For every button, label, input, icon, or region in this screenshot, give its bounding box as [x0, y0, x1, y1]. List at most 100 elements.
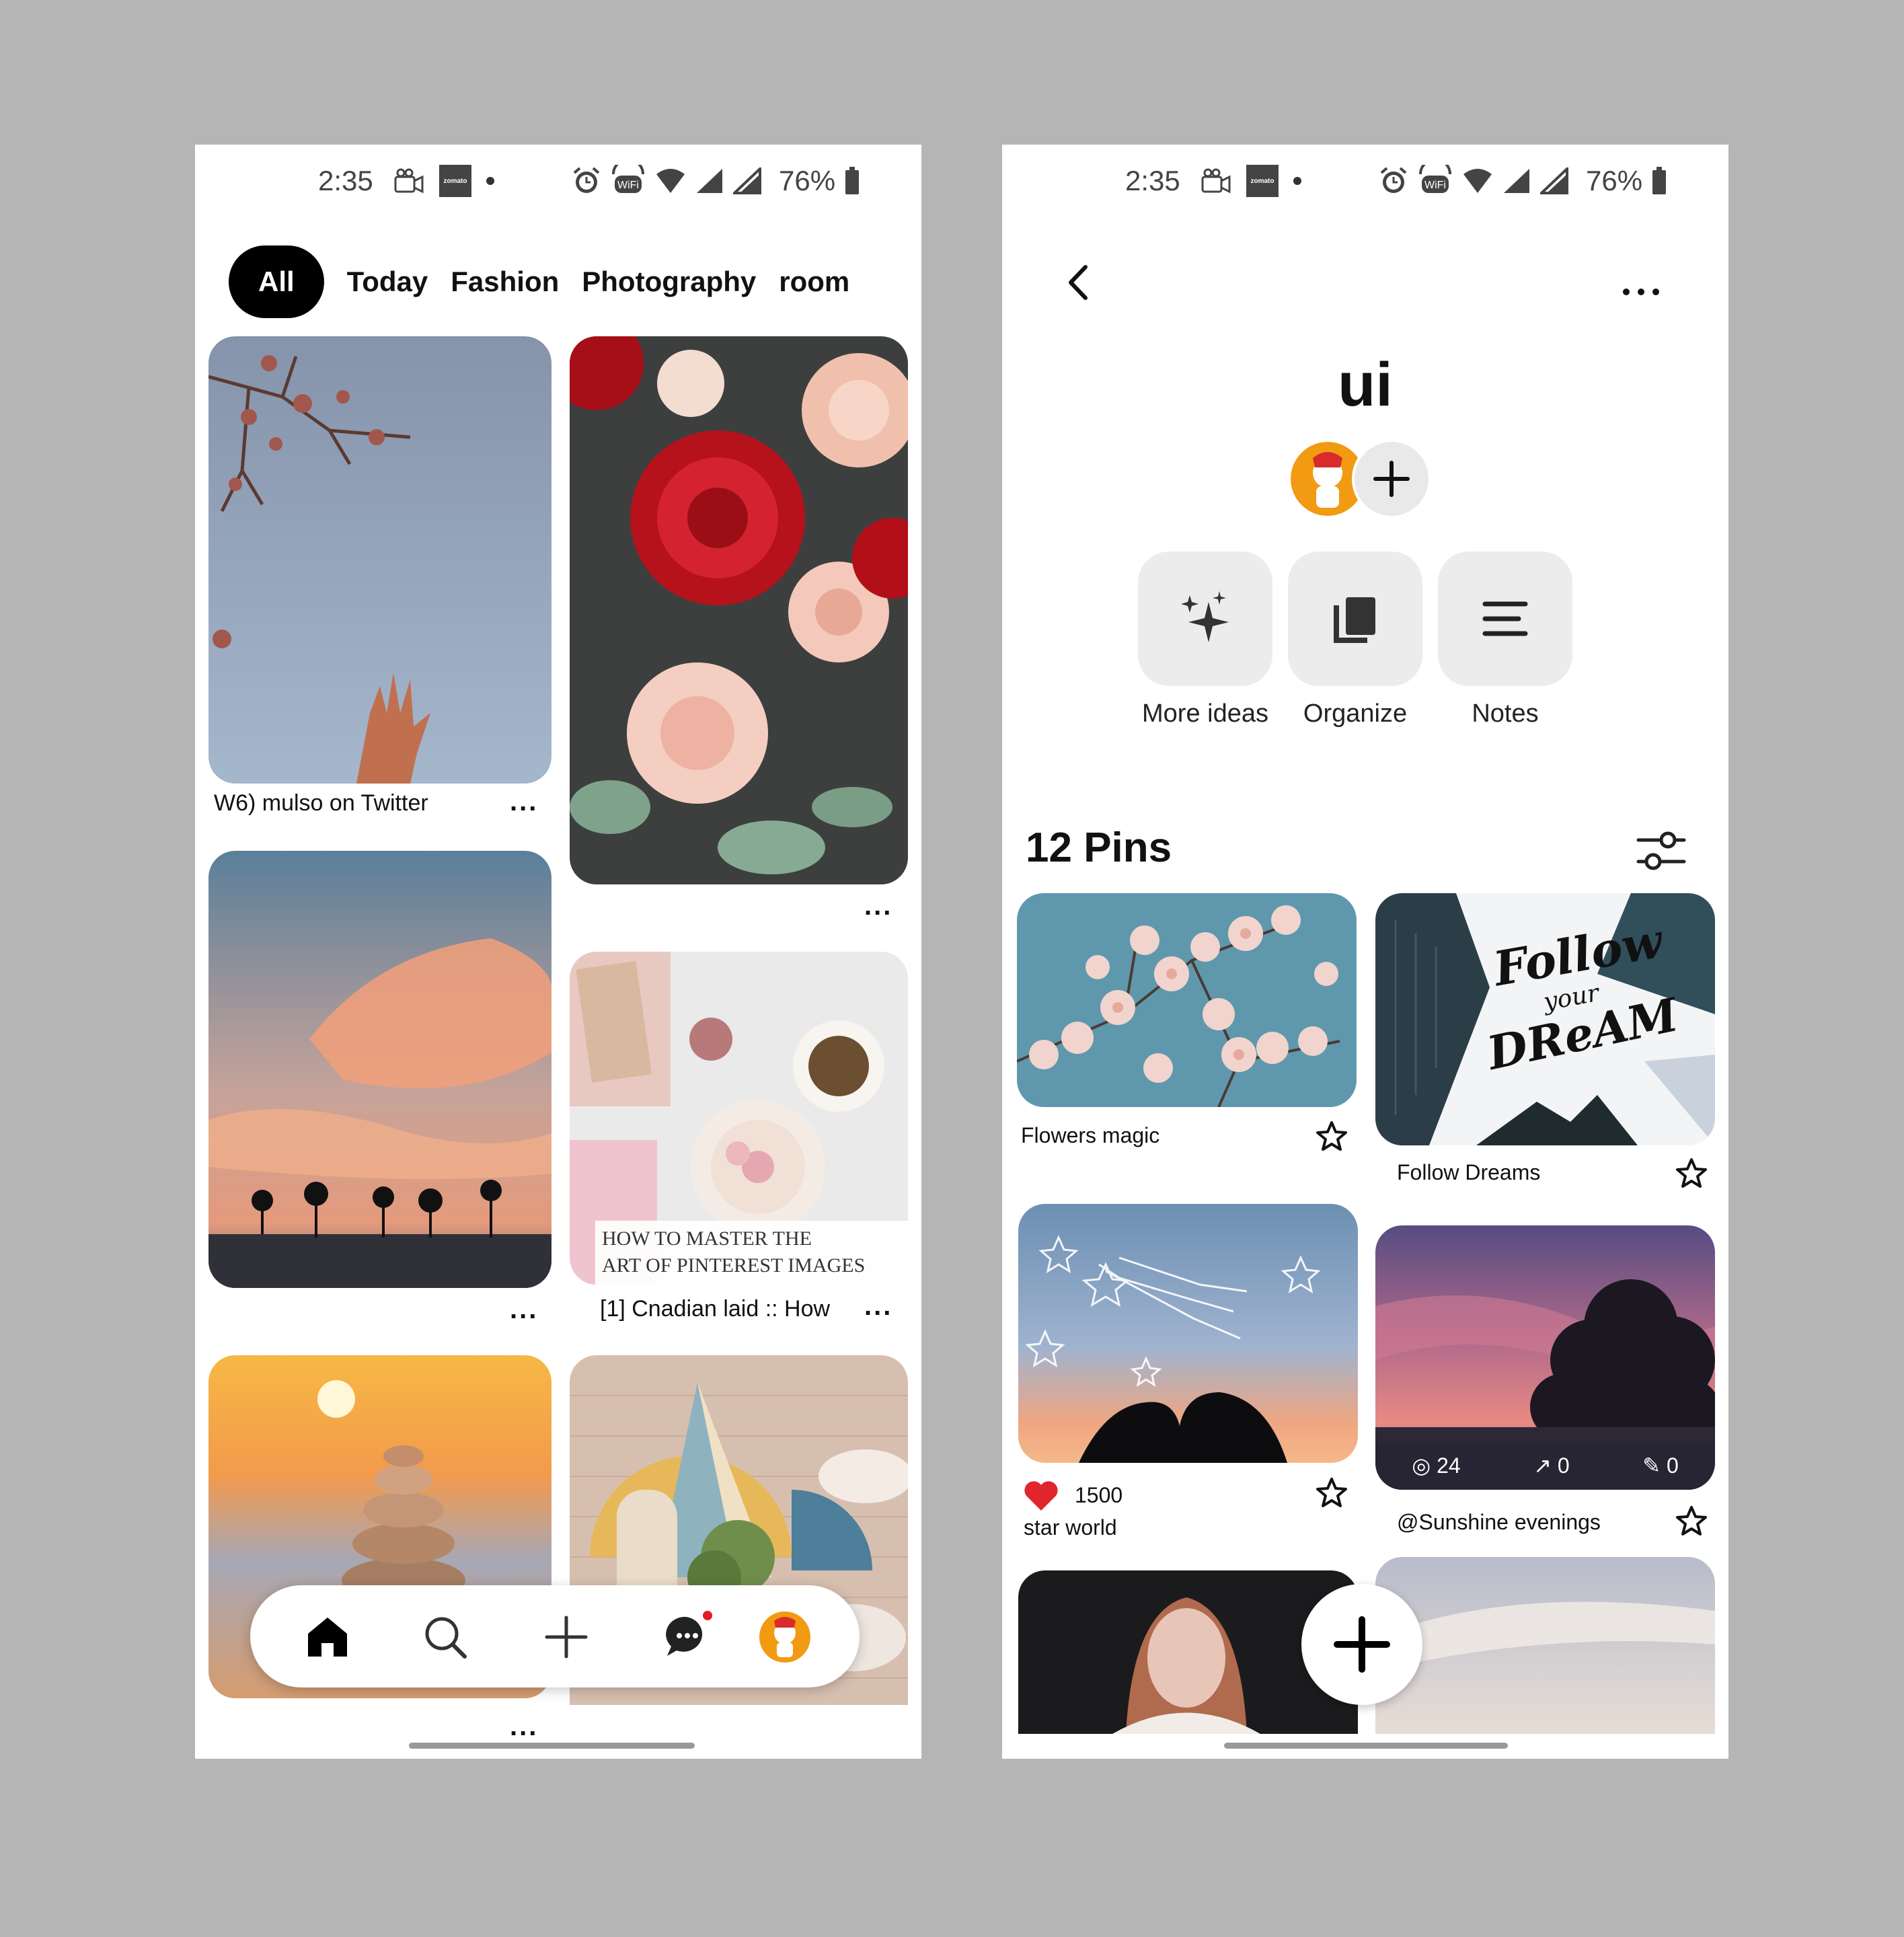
tab-all[interactable]: All: [229, 245, 324, 318]
eye-icon: ◎: [1412, 1453, 1437, 1478]
add-pin-button[interactable]: [1301, 1584, 1422, 1705]
search-icon: [425, 1617, 467, 1659]
alarm-icon: [1380, 167, 1407, 193]
pin-title[interactable]: Follow Dreams: [1397, 1160, 1540, 1185]
more-ideas-button[interactable]: [1138, 552, 1272, 686]
battery-icon: [1652, 167, 1667, 194]
pin-image-flatlay[interactable]: HOW TO MASTER THE ART OF PINTEREST IMAGE…: [570, 952, 908, 1285]
star-icon[interactable]: [1315, 1120, 1348, 1153]
messages-tab[interactable]: [657, 1607, 718, 1667]
bottom-navigation: [250, 1585, 860, 1687]
tab-fashion[interactable]: Fashion: [451, 266, 559, 298]
create-tab[interactable]: [536, 1607, 597, 1667]
tab-photography[interactable]: Photography: [582, 266, 756, 298]
pin-image-clouds[interactable]: [1375, 1557, 1715, 1734]
chevron-left-icon: [1069, 265, 1088, 300]
pin-image-sunshine-evenings[interactable]: ◎ 24 ↗ 0 ✎ 0: [1375, 1225, 1715, 1490]
notification-dot-icon: [486, 177, 494, 185]
pin-more-button[interactable]: ...: [864, 1291, 892, 1322]
board-screen: 2:35 zomato WiFi 76% ui More ideas Organ…: [1002, 145, 1728, 1759]
pin-save-icon: ✎: [1642, 1453, 1667, 1478]
status-time: 2:35: [318, 165, 373, 196]
pin-image-follow-dreams[interactable]: Follow your DReAM: [1375, 893, 1715, 1145]
view-count: 24: [1437, 1453, 1461, 1478]
search-tab[interactable]: [415, 1607, 475, 1667]
zomato-app-icon: zomato: [439, 165, 471, 197]
profile-tab[interactable]: [755, 1607, 815, 1667]
pin-image-roses[interactable]: [570, 336, 908, 884]
more-horizontal-icon: [1623, 289, 1659, 295]
wifi-calling-icon: WiFi: [1419, 165, 1451, 193]
pin-image-sunset-clouds[interactable]: [208, 851, 551, 1288]
svg-text:WiFi: WiFi: [1424, 180, 1446, 191]
board-options-button[interactable]: [1621, 272, 1661, 306]
star-icon[interactable]: [1675, 1157, 1708, 1190]
tab-room[interactable]: room: [779, 266, 849, 298]
organize-button[interactable]: [1288, 552, 1422, 686]
pin-more-button[interactable]: ...: [510, 1295, 538, 1325]
heart-icon[interactable]: [1022, 1480, 1060, 1513]
wifi-calling-icon: WiFi: [612, 165, 644, 193]
filter-button[interactable]: [1634, 824, 1688, 878]
notes-button[interactable]: [1438, 552, 1572, 686]
star-icon[interactable]: [1675, 1505, 1708, 1538]
status-bar: 2:35 zomato WiFi 76%: [1002, 145, 1728, 219]
sparkle-icon: [1181, 591, 1229, 642]
cell-signal-2-icon: [1540, 167, 1568, 194]
plus-icon: [1334, 1616, 1390, 1673]
pin-image-flowers[interactable]: [1017, 893, 1357, 1107]
cell-signal-icon: [697, 169, 722, 193]
home-tab[interactable]: [297, 1607, 358, 1667]
pin-caption[interactable]: W6) mulso on Twitter: [214, 790, 428, 816]
like-count: 1500: [1075, 1483, 1123, 1507]
battery-percent: 76%: [1586, 165, 1643, 196]
tab-today[interactable]: Today: [347, 266, 428, 298]
alarm-icon: [573, 167, 600, 193]
pin-caption[interactable]: [1] Cnadian laid :: How: [600, 1296, 830, 1322]
home-feed-screen: 2:35 zomato WiFi 76% All Today Fashion P…: [195, 145, 921, 1759]
pin-image-sky-hand[interactable]: [208, 336, 551, 784]
notification-dot-icon: [1293, 177, 1301, 185]
pin-image-star-world[interactable]: [1018, 1204, 1358, 1463]
pin-more-button[interactable]: ...: [864, 891, 892, 921]
messages-icon: [666, 1611, 712, 1656]
zomato-app-icon: zomato: [1246, 165, 1279, 197]
copy-icon: [1334, 597, 1375, 643]
wifi-signal-icon: [656, 169, 685, 193]
wifi-signal-icon: [1463, 169, 1492, 193]
pin-more-button[interactable]: ...: [510, 787, 538, 817]
pin-title[interactable]: Flowers magic: [1021, 1123, 1159, 1148]
battery-percent: 76%: [779, 165, 836, 196]
status-bar: 2:35 zomato WiFi 76%: [195, 145, 921, 219]
gesture-bar: [1224, 1743, 1508, 1749]
pin-overlay-text: HOW TO MASTER THE: [602, 1227, 812, 1250]
video-call-icon: [1201, 168, 1231, 194]
pin-overlay-text: ART OF PINTEREST IMAGES: [602, 1254, 866, 1277]
gesture-bar: [409, 1743, 695, 1749]
star-icon[interactable]: [1315, 1476, 1348, 1510]
video-call-icon: [394, 168, 424, 194]
pin-title[interactable]: star world: [1024, 1515, 1117, 1540]
save-count: 0: [1666, 1453, 1679, 1478]
profile-avatar: [759, 1611, 810, 1663]
cell-signal-icon: [1504, 169, 1529, 193]
status-time: 2:35: [1125, 165, 1180, 196]
home-icon: [308, 1618, 347, 1657]
filter-sliders-icon: [1636, 831, 1686, 870]
notes-label: Notes: [1472, 699, 1539, 728]
plus-icon: [545, 1616, 588, 1659]
back-button[interactable]: [1056, 259, 1103, 306]
add-collaborator-button[interactable]: [1352, 439, 1431, 519]
cell-signal-2-icon: [733, 167, 761, 194]
pin-stats-bar: ◎ 24 ↗ 0 ✎ 0: [1375, 1441, 1715, 1490]
notes-icon: [1482, 601, 1528, 636]
battery-icon: [845, 167, 860, 194]
svg-text:WiFi: WiFi: [617, 180, 639, 191]
pin-title[interactable]: @Sunshine evenings: [1397, 1510, 1601, 1535]
more-ideas-label: More ideas: [1142, 699, 1268, 728]
organize-label: Organize: [1303, 699, 1408, 728]
pins-count: 12 Pins: [1026, 825, 1172, 871]
pin-more-button[interactable]: ...: [510, 1712, 538, 1742]
plus-icon: [1373, 461, 1410, 497]
share-count: 0: [1557, 1453, 1570, 1478]
